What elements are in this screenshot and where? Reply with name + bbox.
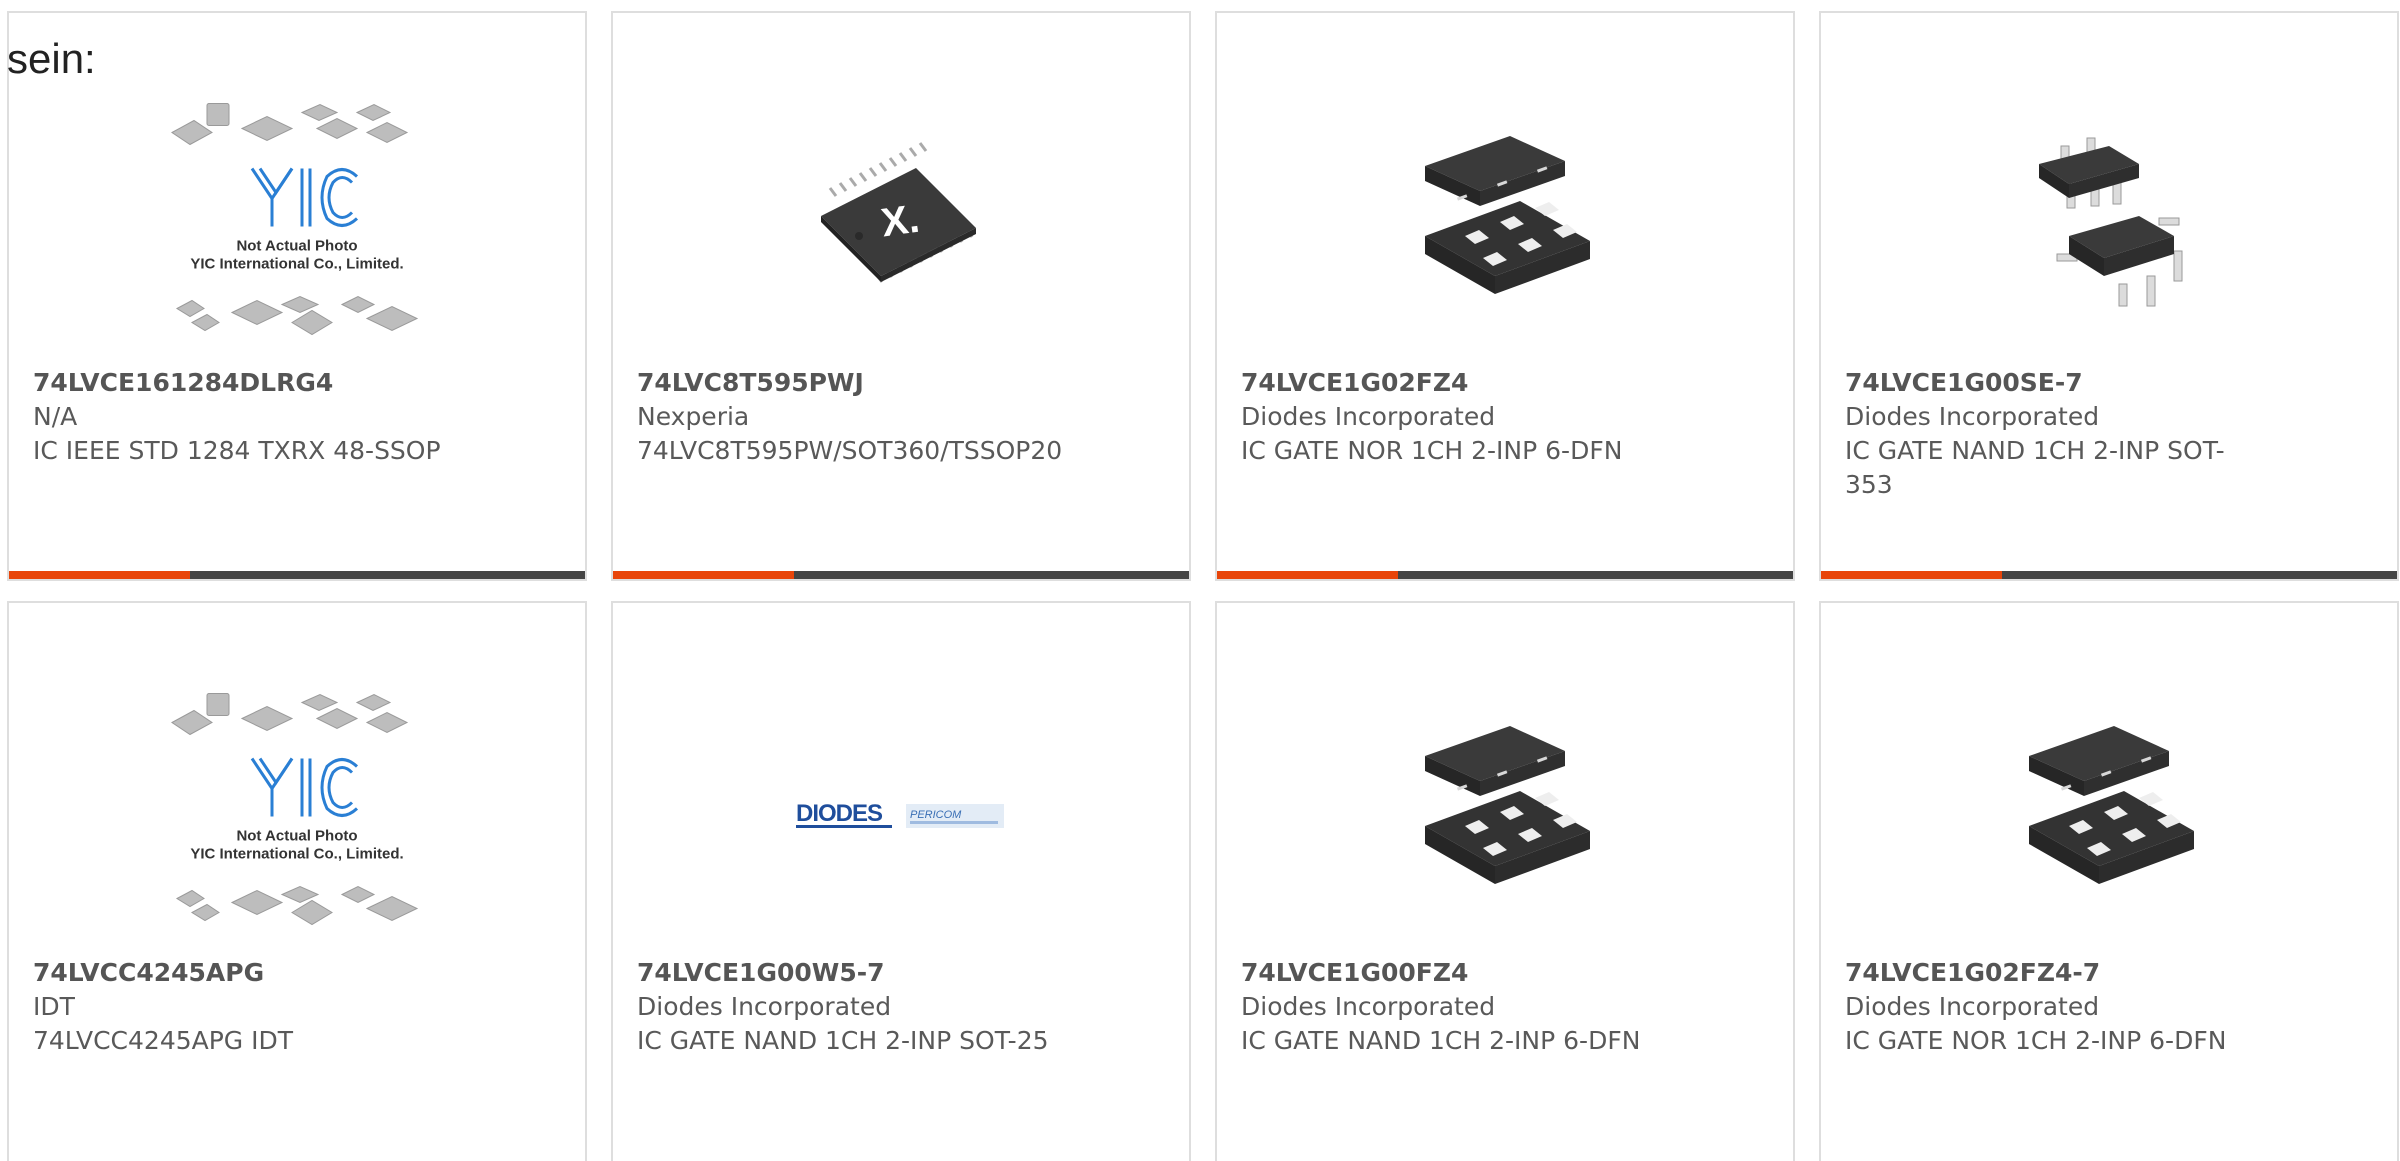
product-image[interactable]: X. — [613, 88, 1189, 363]
card-accent-bar — [1821, 571, 2002, 579]
placeholder-photo-image: Not Actual Photo YIC International Co., … — [171, 692, 419, 925]
part-number-link[interactable]: 74LVCE1G00W5-7 — [637, 956, 1057, 990]
part-number-link[interactable]: 74LVCC4245APG — [33, 956, 453, 990]
product-info: 74LVCE161284DLRG4 N/A IC IEEE STD 1284 T… — [33, 366, 453, 468]
dfn-package-image — [1425, 135, 1590, 294]
manufacturer-name: Diodes Incorporated — [1845, 402, 2100, 431]
manufacturer-name: Diodes Incorporated — [1241, 402, 1496, 431]
placeholder-photo-image: Not Actual Photo YIC International Co., … — [171, 102, 419, 335]
nexperia-logo-mark: X. — [879, 196, 923, 245]
product-info: 74LVC8T595PWJ Nexperia 74LVC8T595PW/SOT3… — [637, 366, 1063, 468]
product-card[interactable]: DIODES PERICOM 74LVCE1G00W5-7 Diodes Inc… — [611, 601, 1191, 1161]
product-description: IC GATE NAND 1CH 2-INP SOT-353 — [1845, 436, 2225, 499]
intro-text: sein: — [7, 35, 96, 82]
manufacturer-name: Diodes Incorporated — [637, 992, 892, 1021]
diodes-logo-image: DIODES PERICOM — [796, 800, 1004, 828]
card-bottom-bar — [9, 571, 585, 579]
sot353-package-image — [2039, 137, 2183, 306]
part-number-link[interactable]: 74LVCE1G00SE-7 — [1845, 366, 2265, 400]
product-image[interactable]: Not Actual Photo YIC International Co., … — [9, 678, 585, 953]
product-image[interactable] — [1217, 678, 1793, 953]
product-card[interactable]: 74LVCE1G00FZ4 Diodes Incorporated IC GAT… — [1215, 601, 1795, 1161]
product-description: 74LVC8T595PW/SOT360/TSSOP20 — [637, 436, 1063, 465]
manufacturer-name: Nexperia — [637, 402, 750, 431]
part-number-link[interactable]: 74LVCE161284DLRG4 — [33, 366, 453, 400]
product-image[interactable] — [1821, 88, 2397, 363]
card-accent-bar — [9, 571, 190, 579]
product-image[interactable]: DIODES PERICOM — [613, 678, 1189, 953]
product-description: IC GATE NOR 1CH 2-INP 6-DFN — [1241, 436, 1623, 465]
product-description: IC GATE NAND 1CH 2-INP 6-DFN — [1241, 1026, 1641, 1055]
manufacturer-name: Diodes Incorporated — [1845, 992, 2100, 1021]
dfn-package-image — [1425, 725, 1590, 884]
tssop-chip-image: X. — [821, 141, 976, 283]
manufacturer-name: N/A — [33, 402, 78, 431]
dfn-package-image — [2029, 725, 2194, 884]
product-description: IC IEEE STD 1284 TXRX 48-SSOP — [33, 436, 441, 465]
product-info: 74LVCE1G02FZ4-7 Diodes Incorporated IC G… — [1845, 956, 2265, 1058]
card-accent-bar — [1217, 571, 1398, 579]
image-caption-company: YIC International Co., Limited. — [190, 845, 403, 862]
part-number-link[interactable]: 74LVCE1G00FZ4 — [1241, 956, 1661, 990]
image-caption: Not Actual Photo — [236, 827, 357, 844]
image-caption: Not Actual Photo — [236, 237, 357, 254]
product-card[interactable]: 74LVCE1G02FZ4-7 Diodes Incorporated IC G… — [1819, 601, 2399, 1161]
card-bottom-bar — [1217, 571, 1793, 579]
product-info: 74LVCE1G02FZ4 Diodes Incorporated IC GAT… — [1241, 366, 1661, 468]
product-card[interactable]: X. 74LVC8T595PWJ Nexperia 74LVC8T595PW/S… — [611, 11, 1191, 581]
product-card[interactable]: Not Actual Photo YIC International Co., … — [7, 601, 587, 1161]
product-description: 74LVCC4245APG IDT — [33, 1026, 294, 1055]
part-number-link[interactable]: 74LVCE1G02FZ4-7 — [1845, 956, 2265, 990]
product-image[interactable] — [1821, 678, 2397, 953]
product-card[interactable]: 74LVCE1G00SE-7 Diodes Incorporated IC GA… — [1819, 11, 2399, 581]
part-number-link[interactable]: 74LVC8T595PWJ — [637, 366, 1057, 400]
part-number-link[interactable]: 74LVCE1G02FZ4 — [1241, 366, 1661, 400]
product-card[interactable]: 74LVCE1G02FZ4 Diodes Incorporated IC GAT… — [1215, 11, 1795, 581]
product-image[interactable]: Not Actual Photo YIC International Co., … — [9, 88, 585, 363]
product-info: 74LVCE1G00W5-7 Diodes Incorporated IC GA… — [637, 956, 1057, 1058]
product-description: IC GATE NOR 1CH 2-INP 6-DFN — [1845, 1026, 2227, 1055]
diodes-logo-text: DIODES — [796, 800, 883, 827]
product-card[interactable]: Not Actual Photo YIC International Co., … — [7, 11, 587, 581]
product-info: 74LVCE1G00FZ4 Diodes Incorporated IC GAT… — [1241, 956, 1661, 1058]
product-image[interactable] — [1217, 88, 1793, 363]
product-info: 74LVCC4245APG IDT 74LVCC4245APG IDT — [33, 956, 453, 1058]
manufacturer-name: IDT — [33, 992, 75, 1021]
product-info: 74LVCE1G00SE-7 Diodes Incorporated IC GA… — [1845, 366, 2265, 502]
pericom-logo-text: PERICOM — [910, 809, 962, 821]
image-caption-company: YIC International Co., Limited. — [190, 255, 403, 272]
card-accent-bar — [613, 571, 794, 579]
product-description: IC GATE NAND 1CH 2-INP SOT-25 — [637, 1026, 1049, 1055]
card-bottom-bar — [1821, 571, 2397, 579]
card-bottom-bar — [613, 571, 1189, 579]
manufacturer-name: Diodes Incorporated — [1241, 992, 1496, 1021]
